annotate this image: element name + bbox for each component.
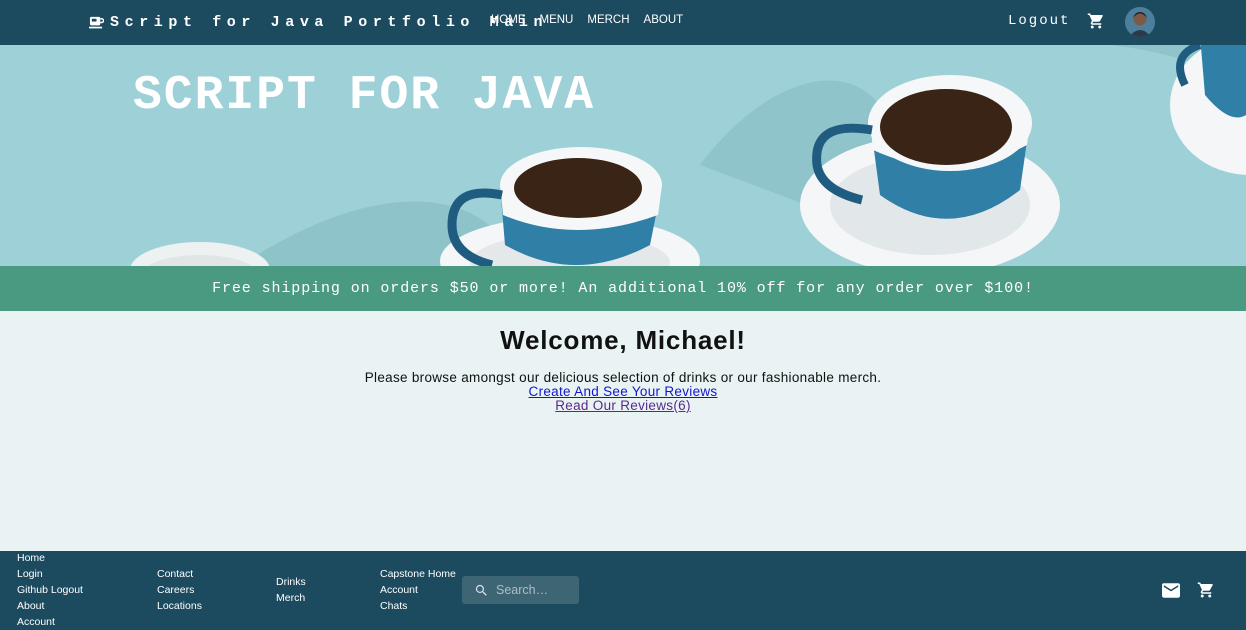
nav-merch-link[interactable]: MERCH	[587, 14, 629, 26]
footer-contact-link[interactable]: Contact	[157, 566, 202, 582]
footer-merch-link[interactable]: Merch	[276, 590, 306, 606]
avatar-image	[1125, 7, 1155, 37]
user-avatar[interactable]	[1125, 7, 1155, 37]
nav-about-link[interactable]: ABOUT	[644, 14, 684, 26]
footer-about-link[interactable]: About	[17, 598, 83, 614]
hero-title: SCRIPT FOR JAVA	[133, 69, 596, 123]
create-reviews-link[interactable]: Create And See Your Reviews	[529, 384, 718, 399]
footer-column-2: Contact Careers Locations	[157, 566, 202, 614]
footer: Home Login Github Logout About Account C…	[0, 551, 1246, 630]
read-reviews-row: Read Our Reviews(6)	[0, 398, 1246, 413]
footer-account-link-2[interactable]: Account	[380, 582, 456, 598]
footer-careers-link[interactable]: Careers	[157, 582, 202, 598]
hero-banner: SCRIPT FOR JAVA	[0, 45, 1246, 266]
promo-banner: Free shipping on orders $50 or more! An …	[0, 266, 1246, 311]
search-box	[462, 576, 579, 604]
cart-icon[interactable]	[1087, 12, 1105, 30]
promo-text: Free shipping on orders $50 or more! An …	[212, 280, 1034, 297]
footer-drinks-link[interactable]: Drinks	[276, 574, 306, 590]
footer-capstone-home-link[interactable]: Capstone Home	[380, 566, 456, 582]
welcome-heading: Welcome, Michael!	[500, 325, 746, 355]
footer-github-logout-link[interactable]: Github Logout	[17, 582, 83, 598]
top-navbar: Script for Java Portfolio Main HOME MENU…	[0, 0, 1246, 45]
footer-home-link[interactable]: Home	[17, 550, 83, 566]
cart-icon[interactable]	[1197, 581, 1215, 599]
nav-home-link[interactable]: HOME	[491, 14, 526, 26]
search-input[interactable]	[496, 583, 576, 597]
footer-account-link[interactable]: Account	[17, 614, 83, 630]
read-reviews-link[interactable]: Read Our Reviews(6)	[555, 398, 691, 413]
mail-icon[interactable]	[1162, 583, 1180, 598]
coffee-cup-icon	[89, 16, 104, 28]
intro-text: Please browse amongst our delicious sele…	[364, 370, 882, 385]
nav-links: HOME MENU MERCH ABOUT	[491, 14, 697, 26]
footer-column-3: Drinks Merch	[276, 574, 306, 606]
nav-menu-link[interactable]: MENU	[540, 14, 574, 26]
logout-button[interactable]: Logout	[1008, 13, 1070, 29]
search-icon	[475, 584, 487, 596]
create-reviews-row: Create And See Your Reviews	[0, 384, 1246, 399]
footer-column-1: Home Login Github Logout About Account	[17, 550, 83, 630]
footer-column-4: Capstone Home Account Chats	[380, 566, 456, 614]
footer-chats-link[interactable]: Chats	[380, 598, 456, 614]
footer-login-link[interactable]: Login	[17, 566, 83, 582]
brand-title: Script for Java Portfolio Main	[110, 13, 549, 31]
footer-locations-link[interactable]: Locations	[157, 598, 202, 614]
brand-link[interactable]: Script for Java Portfolio Main	[89, 11, 548, 33]
